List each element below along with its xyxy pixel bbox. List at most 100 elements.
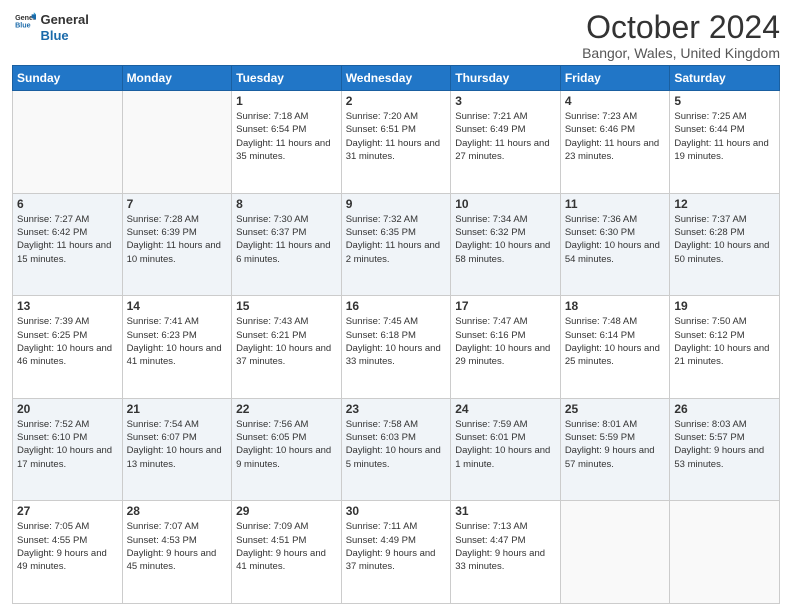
day-number: 2 <box>346 94 447 108</box>
table-row: 9 Sunrise: 7:32 AMSunset: 6:35 PMDaylight… <box>341 193 451 296</box>
day-number: 8 <box>236 197 337 211</box>
day-detail: Sunrise: 7:23 AMSunset: 6:46 PMDaylight:… <box>565 110 666 163</box>
day-detail: Sunrise: 7:18 AMSunset: 6:54 PMDaylight:… <box>236 110 337 163</box>
table-row: 24 Sunrise: 7:59 AMSunset: 6:01 PMDayligh… <box>451 398 561 501</box>
day-detail: Sunrise: 7:05 AMSunset: 4:55 PMDaylight:… <box>17 520 118 573</box>
col-friday: Friday <box>560 66 670 91</box>
day-number: 15 <box>236 299 337 313</box>
day-detail: Sunrise: 8:03 AMSunset: 5:57 PMDaylight:… <box>674 418 775 471</box>
table-row: 10 Sunrise: 7:34 AMSunset: 6:32 PMDayligh… <box>451 193 561 296</box>
calendar-week-row: 1 Sunrise: 7:18 AMSunset: 6:54 PMDaylight… <box>13 91 780 194</box>
table-row: 31 Sunrise: 7:13 AMSunset: 4:47 PMDayligh… <box>451 501 561 604</box>
day-detail: Sunrise: 7:09 AMSunset: 4:51 PMDaylight:… <box>236 520 337 573</box>
table-row: 18 Sunrise: 7:48 AMSunset: 6:14 PMDayligh… <box>560 296 670 399</box>
day-number: 10 <box>455 197 556 211</box>
day-detail: Sunrise: 7:52 AMSunset: 6:10 PMDaylight:… <box>17 418 118 471</box>
table-row: 3 Sunrise: 7:21 AMSunset: 6:49 PMDaylight… <box>451 91 561 194</box>
day-number: 23 <box>346 402 447 416</box>
day-detail: Sunrise: 7:32 AMSunset: 6:35 PMDaylight:… <box>346 213 447 266</box>
day-detail: Sunrise: 7:34 AMSunset: 6:32 PMDaylight:… <box>455 213 556 266</box>
logo-icon: General Blue <box>14 10 36 32</box>
col-sunday: Sunday <box>13 66 123 91</box>
table-row <box>13 91 123 194</box>
table-row <box>560 501 670 604</box>
day-number: 7 <box>127 197 228 211</box>
page: General Blue General Blue October 2024 B… <box>0 0 792 612</box>
col-tuesday: Tuesday <box>232 66 342 91</box>
day-number: 27 <box>17 504 118 518</box>
table-row: 5Sunrise: 7:25 AMSunset: 6:44 PMDaylight… <box>670 91 780 194</box>
logo: General Blue General Blue <box>12 10 89 43</box>
table-row: 14 Sunrise: 7:41 AMSunset: 6:23 PMDayligh… <box>122 296 232 399</box>
day-number: 13 <box>17 299 118 313</box>
day-number: 5 <box>674 94 775 108</box>
day-detail: Sunrise: 7:36 AMSunset: 6:30 PMDaylight:… <box>565 213 666 266</box>
calendar-week-row: 13 Sunrise: 7:39 AMSunset: 6:25 PMDayligh… <box>13 296 780 399</box>
col-monday: Monday <box>122 66 232 91</box>
day-number: 26 <box>674 402 775 416</box>
day-detail: Sunrise: 7:20 AMSunset: 6:51 PMDaylight:… <box>346 110 447 163</box>
day-detail: Sunrise: 8:01 AMSunset: 5:59 PMDaylight:… <box>565 418 666 471</box>
table-row: 27 Sunrise: 7:05 AMSunset: 4:55 PMDayligh… <box>13 501 123 604</box>
day-number: 3 <box>455 94 556 108</box>
logo-blue: Blue <box>40 28 88 44</box>
table-row: 25Sunrise: 8:01 AMSunset: 5:59 PMDayligh… <box>560 398 670 501</box>
header: General Blue General Blue October 2024 B… <box>12 10 780 61</box>
day-detail: Sunrise: 7:59 AMSunset: 6:01 PMDaylight:… <box>455 418 556 471</box>
table-row: 8 Sunrise: 7:30 AMSunset: 6:37 PMDaylight… <box>232 193 342 296</box>
day-detail: Sunrise: 7:56 AMSunset: 6:05 PMDaylight:… <box>236 418 337 471</box>
day-number: 14 <box>127 299 228 313</box>
day-number: 16 <box>346 299 447 313</box>
day-number: 24 <box>455 402 556 416</box>
table-row: 22Sunrise: 7:56 AMSunset: 6:05 PMDayligh… <box>232 398 342 501</box>
calendar-header-row: Sunday Monday Tuesday Wednesday Thursday… <box>13 66 780 91</box>
day-number: 4 <box>565 94 666 108</box>
table-row: 1 Sunrise: 7:18 AMSunset: 6:54 PMDaylight… <box>232 91 342 194</box>
table-row: 17Sunrise: 7:47 AMSunset: 6:16 PMDayligh… <box>451 296 561 399</box>
day-number: 19 <box>674 299 775 313</box>
day-detail: Sunrise: 7:39 AMSunset: 6:25 PMDaylight:… <box>17 315 118 368</box>
calendar-week-row: 27 Sunrise: 7:05 AMSunset: 4:55 PMDayligh… <box>13 501 780 604</box>
day-number: 21 <box>127 402 228 416</box>
table-row: 6Sunrise: 7:27 AMSunset: 6:42 PMDaylight… <box>13 193 123 296</box>
calendar-week-row: 6Sunrise: 7:27 AMSunset: 6:42 PMDaylight… <box>13 193 780 296</box>
day-detail: Sunrise: 7:43 AMSunset: 6:21 PMDaylight:… <box>236 315 337 368</box>
day-number: 12 <box>674 197 775 211</box>
logo-area: General Blue General Blue <box>12 10 89 43</box>
day-number: 1 <box>236 94 337 108</box>
day-number: 17 <box>455 299 556 313</box>
location: Bangor, Wales, United Kingdom <box>582 45 780 61</box>
calendar-week-row: 20 Sunrise: 7:52 AMSunset: 6:10 PMDayligh… <box>13 398 780 501</box>
day-number: 29 <box>236 504 337 518</box>
day-number: 18 <box>565 299 666 313</box>
day-number: 9 <box>346 197 447 211</box>
table-row: 28Sunrise: 7:07 AMSunset: 4:53 PMDayligh… <box>122 501 232 604</box>
table-row: 23Sunrise: 7:58 AMSunset: 6:03 PMDayligh… <box>341 398 451 501</box>
day-detail: Sunrise: 7:30 AMSunset: 6:37 PMDaylight:… <box>236 213 337 266</box>
day-detail: Sunrise: 7:21 AMSunset: 6:49 PMDaylight:… <box>455 110 556 163</box>
table-row: 11 Sunrise: 7:36 AMSunset: 6:30 PMDayligh… <box>560 193 670 296</box>
table-row: 13 Sunrise: 7:39 AMSunset: 6:25 PMDayligh… <box>13 296 123 399</box>
day-number: 11 <box>565 197 666 211</box>
calendar-table: Sunday Monday Tuesday Wednesday Thursday… <box>12 65 780 604</box>
table-row: 7 Sunrise: 7:28 AMSunset: 6:39 PMDaylight… <box>122 193 232 296</box>
table-row <box>122 91 232 194</box>
day-detail: Sunrise: 7:27 AMSunset: 6:42 PMDaylight:… <box>17 213 118 266</box>
day-detail: Sunrise: 7:28 AMSunset: 6:39 PMDaylight:… <box>127 213 228 266</box>
day-number: 30 <box>346 504 447 518</box>
day-detail: Sunrise: 7:41 AMSunset: 6:23 PMDaylight:… <box>127 315 228 368</box>
day-number: 28 <box>127 504 228 518</box>
table-row: 20 Sunrise: 7:52 AMSunset: 6:10 PMDayligh… <box>13 398 123 501</box>
day-detail: Sunrise: 7:54 AMSunset: 6:07 PMDaylight:… <box>127 418 228 471</box>
day-detail: Sunrise: 7:48 AMSunset: 6:14 PMDaylight:… <box>565 315 666 368</box>
svg-text:Blue: Blue <box>15 22 31 30</box>
day-number: 20 <box>17 402 118 416</box>
col-saturday: Saturday <box>670 66 780 91</box>
day-detail: Sunrise: 7:45 AMSunset: 6:18 PMDaylight:… <box>346 315 447 368</box>
table-row: 15 Sunrise: 7:43 AMSunset: 6:21 PMDayligh… <box>232 296 342 399</box>
table-row: 16 Sunrise: 7:45 AMSunset: 6:18 PMDayligh… <box>341 296 451 399</box>
table-row: 2 Sunrise: 7:20 AMSunset: 6:51 PMDaylight… <box>341 91 451 194</box>
day-number: 31 <box>455 504 556 518</box>
day-detail: Sunrise: 7:13 AMSunset: 4:47 PMDaylight:… <box>455 520 556 573</box>
day-detail: Sunrise: 7:50 AMSunset: 6:12 PMDaylight:… <box>674 315 775 368</box>
